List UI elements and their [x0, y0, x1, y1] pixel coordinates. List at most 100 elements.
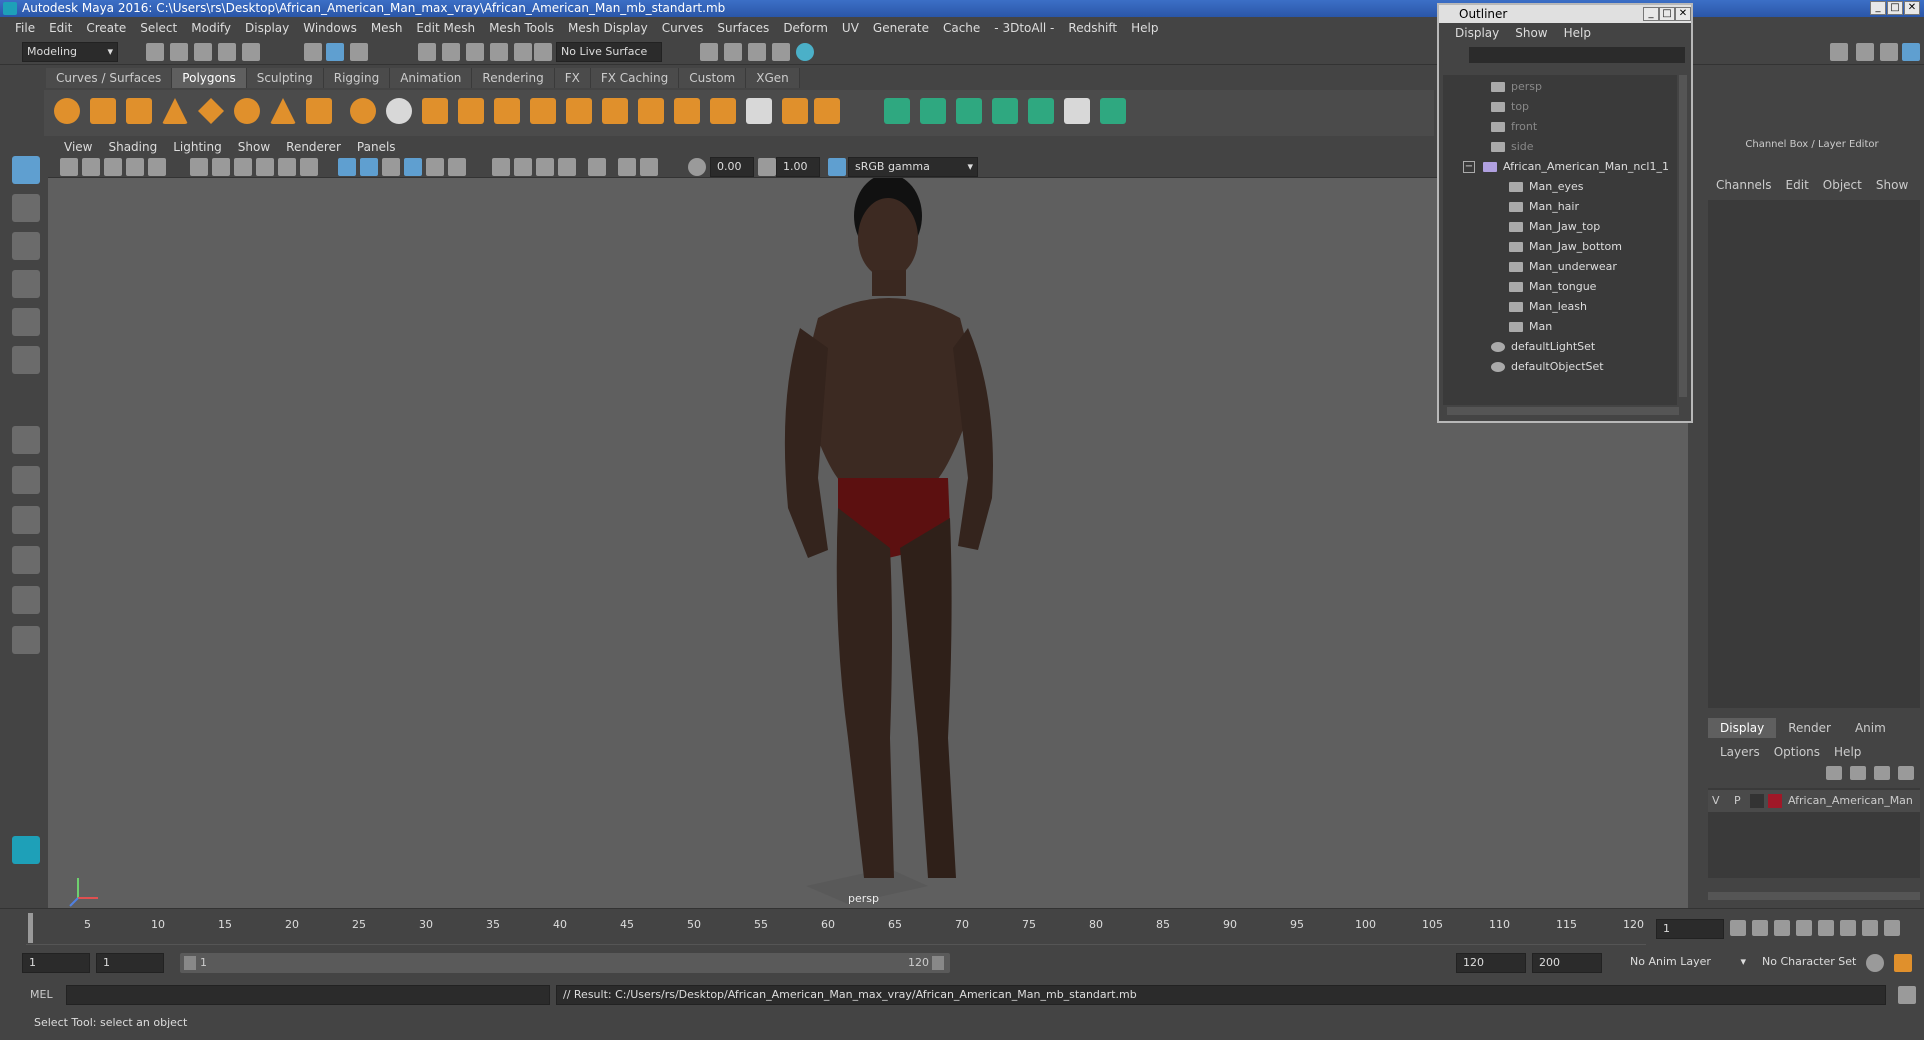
tab-fx-caching[interactable]: FX Caching	[590, 68, 680, 88]
maximize-button[interactable]: □	[1887, 1, 1903, 15]
live-surface-field[interactable]: No Live Surface	[556, 42, 662, 62]
animation-start-field[interactable]: 1	[22, 953, 90, 973]
menu-edit-mesh[interactable]: Edit Mesh	[409, 21, 482, 35]
anti-aliasing-icon[interactable]	[536, 158, 554, 176]
snap-curve-icon[interactable]	[442, 43, 460, 61]
layer-playback-toggle[interactable]: P	[1734, 790, 1741, 812]
render-settings-icon[interactable]	[772, 43, 790, 61]
new-layer-selected-icon[interactable]	[1898, 766, 1914, 780]
tool-settings-icon[interactable]	[1880, 43, 1898, 61]
viewport-menu-view[interactable]: View	[56, 140, 100, 154]
range-end-handle[interactable]	[932, 956, 944, 970]
lasso-tool-icon[interactable]	[12, 194, 40, 222]
gamma-icon[interactable]	[758, 158, 776, 176]
step-back-frame-icon[interactable]	[1774, 920, 1790, 936]
outliner-close-button[interactable]: ✕	[1675, 7, 1691, 21]
save-scene-icon[interactable]	[194, 43, 212, 61]
layout-two-icon[interactable]	[12, 506, 40, 534]
extrude-icon[interactable]	[494, 98, 520, 124]
time-ruler[interactable]	[26, 913, 1646, 945]
xray-joints-icon[interactable]	[640, 158, 658, 176]
multi-cut-icon[interactable]	[674, 98, 700, 124]
menu-cache[interactable]: Cache	[936, 21, 987, 35]
play-backwards-icon[interactable]	[1796, 920, 1812, 936]
uv-checker-icon[interactable]	[1064, 98, 1090, 124]
isolate-select-icon[interactable]	[588, 158, 606, 176]
view-transform-dropdown[interactable]: sRGB gamma ▾	[848, 157, 978, 177]
animation-preferences-icon[interactable]	[1894, 954, 1912, 972]
play-forwards-icon[interactable]	[1818, 920, 1834, 936]
outliner-menu-display[interactable]: Display	[1447, 26, 1507, 40]
menu-display[interactable]: Display	[238, 21, 296, 35]
auto-key-icon[interactable]	[1866, 954, 1884, 972]
quad-draw-icon[interactable]	[746, 98, 772, 124]
tree-item[interactable]: top	[1491, 97, 1529, 117]
shadows-icon[interactable]	[448, 158, 466, 176]
tree-item[interactable]: Man_hair	[1509, 197, 1579, 217]
tree-item[interactable]: persp	[1491, 77, 1542, 97]
exposure-field[interactable]: 0.00	[710, 157, 754, 177]
close-button[interactable]: ✕	[1904, 1, 1920, 15]
attribute-editor-icon[interactable]	[1856, 43, 1874, 61]
menu-mesh[interactable]: Mesh	[364, 21, 410, 35]
tree-item[interactable]: Man_Jaw_top	[1509, 217, 1600, 237]
layout-single-icon[interactable]	[12, 426, 40, 454]
tree-item[interactable]: defaultObjectSet	[1491, 357, 1604, 377]
exposure-icon[interactable]	[688, 158, 706, 176]
menu-select[interactable]: Select	[133, 21, 184, 35]
channel-menu-channels[interactable]: Channels	[1716, 178, 1772, 198]
bevel-icon[interactable]	[566, 98, 592, 124]
outliner-search-input[interactable]	[1469, 47, 1685, 63]
poly-cube-icon[interactable]	[90, 98, 116, 124]
poly-cone-icon[interactable]	[162, 98, 188, 124]
viewport-menu-show[interactable]: Show	[230, 140, 278, 154]
tab-layers-anim[interactable]: Anim	[1843, 718, 1898, 738]
tab-xgen[interactable]: XGen	[746, 68, 800, 88]
snap-point-icon[interactable]	[466, 43, 484, 61]
channel-menu-edit[interactable]: Edit	[1786, 178, 1809, 198]
tree-item[interactable]: Man_leash	[1509, 297, 1587, 317]
depth-of-field-icon[interactable]	[558, 158, 576, 176]
mirror-icon[interactable]	[422, 98, 448, 124]
script-language-label[interactable]: MEL	[30, 982, 53, 1008]
camera-select-icon[interactable]	[60, 158, 78, 176]
smooth-icon[interactable]	[458, 98, 484, 124]
outliner-menu-help[interactable]: Help	[1556, 26, 1599, 40]
menu-modify[interactable]: Modify	[184, 21, 238, 35]
tree-item[interactable]: side	[1491, 137, 1534, 157]
target-weld-icon[interactable]	[710, 98, 736, 124]
bool-union-icon[interactable]	[602, 98, 628, 124]
tab-rendering[interactable]: Rendering	[472, 68, 555, 88]
resolution-gate-icon[interactable]	[234, 158, 252, 176]
separate-icon[interactable]	[386, 98, 412, 124]
select-hierarchy-icon[interactable]	[304, 43, 322, 61]
triangulate-icon[interactable]	[814, 98, 840, 124]
playback-end-field[interactable]: 120	[1456, 953, 1526, 973]
scale-tool-icon[interactable]	[12, 346, 40, 374]
layer-visibility-toggle[interactable]: V	[1712, 790, 1720, 812]
safe-action-icon[interactable]	[300, 158, 318, 176]
combine-icon[interactable]	[350, 98, 376, 124]
poly-torus-icon[interactable]	[234, 98, 260, 124]
poly-pipe-icon[interactable]	[306, 98, 332, 124]
textured-icon[interactable]	[404, 158, 422, 176]
menu-mesh-tools[interactable]: Mesh Tools	[482, 21, 561, 35]
layer-menu-help[interactable]: Help	[1834, 742, 1861, 762]
menu-help[interactable]: Help	[1124, 21, 1165, 35]
poly-cylinder-icon[interactable]	[126, 98, 152, 124]
tab-animation[interactable]: Animation	[390, 68, 473, 88]
tree-item[interactable]: Man_underwear	[1509, 257, 1617, 277]
outliner-maximize-button[interactable]: □	[1659, 7, 1675, 21]
layout-graph-icon[interactable]	[12, 586, 40, 614]
grid-toggle-icon[interactable]	[190, 158, 208, 176]
tree-item[interactable]: defaultLightSet	[1491, 337, 1595, 357]
range-start-handle[interactable]	[184, 956, 196, 970]
step-forward-key-icon[interactable]	[1862, 920, 1878, 936]
go-to-end-icon[interactable]	[1884, 920, 1900, 936]
new-scene-icon[interactable]	[146, 43, 164, 61]
tree-item[interactable]: Man_tongue	[1509, 277, 1596, 297]
select-component-icon[interactable]	[350, 43, 368, 61]
tree-item[interactable]: front	[1491, 117, 1537, 137]
wireframe-on-shaded-icon[interactable]	[382, 158, 400, 176]
outliner-menu-show[interactable]: Show	[1507, 26, 1555, 40]
